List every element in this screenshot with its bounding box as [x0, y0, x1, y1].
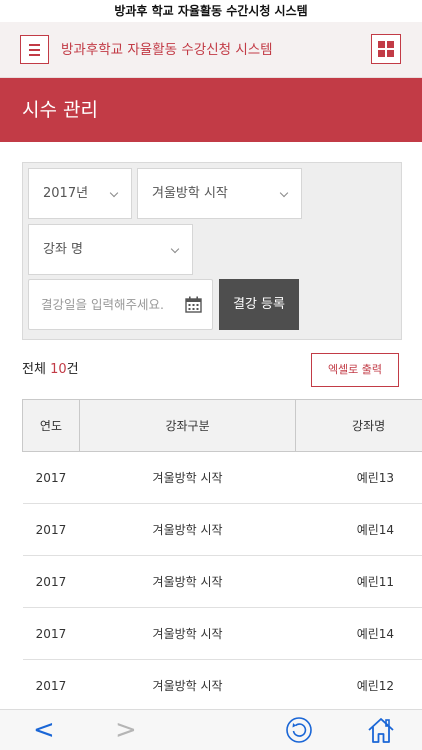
year-select[interactable]: 2017년: [28, 168, 132, 219]
total-count-label: 전체 10건: [22, 360, 79, 380]
cell-type: 겨울방학 시작: [79, 503, 296, 556]
absence-date-placeholder: 결강일을 입력해주세요.: [41, 297, 164, 312]
refresh-icon[interactable]: [285, 716, 313, 744]
cell-year: 2017: [22, 555, 80, 608]
page-banner: 시수 관리: [0, 78, 422, 142]
table-row[interactable]: 2017 겨울방학 시작 예린11: [22, 555, 422, 608]
cell-year: 2017: [22, 607, 80, 660]
cell-name: 예린13: [295, 451, 422, 504]
window-title: 방과후 학교 자율활동 수간시청 시스템: [0, 0, 422, 22]
course-table: 연도 강좌구분 강좌명 2017 겨울방학 시작 예린13 2017 겨울방학 …: [22, 399, 422, 709]
absence-date-input[interactable]: 결강일을 입력해주세요.: [28, 279, 213, 330]
chevron-down-icon: [279, 188, 289, 198]
chevron-down-icon: [109, 188, 119, 198]
cell-type: 겨울방학 시작: [79, 607, 296, 660]
column-header-type[interactable]: 강좌구분: [79, 399, 297, 452]
table-row[interactable]: 2017 겨울방학 시작 예린12: [22, 659, 422, 709]
cell-year: 2017: [22, 451, 80, 504]
cell-year: 2017: [22, 503, 80, 556]
cell-type: 겨울방학 시작: [79, 659, 296, 709]
cell-type: 겨울방학 시작: [79, 451, 296, 504]
table-row[interactable]: 2017 겨울방학 시작 예린13: [22, 451, 422, 504]
cell-type: 겨울방학 시작: [79, 555, 296, 608]
browser-nav-bar: < >: [0, 709, 422, 750]
chevron-down-icon: [170, 244, 180, 254]
course-name-select-value: 강좌 명: [43, 242, 84, 257]
total-suffix: 건: [66, 362, 79, 377]
table-header-row: 연도 강좌구분 강좌명: [22, 399, 422, 452]
total-prefix: 전체: [22, 362, 51, 377]
page-title: 시수 관리: [22, 99, 98, 121]
export-excel-button[interactable]: 엑셀로 출력: [311, 353, 399, 387]
app-header: 방과후학교 자율활동 수강신청 시스템: [0, 22, 422, 78]
cell-name: 예린11: [295, 555, 422, 608]
cell-name: 예린12: [295, 659, 422, 709]
total-count: 10: [50, 362, 67, 377]
filter-panel: 2017년 겨울방학 시작 강좌 명 결강일을 입력해주세요. 결강 등록: [22, 162, 402, 340]
grid-icon[interactable]: [371, 34, 401, 64]
hamburger-icon[interactable]: [20, 35, 49, 64]
home-icon[interactable]: [366, 715, 396, 745]
forward-arrow-icon[interactable]: >: [115, 716, 137, 744]
course-type-select-value: 겨울방학 시작: [152, 186, 228, 201]
calendar-icon[interactable]: [185, 296, 202, 313]
cell-name: 예린14: [295, 607, 422, 660]
course-name-select[interactable]: 강좌 명: [28, 224, 193, 275]
app-title: 방과후학교 자율활동 수강신청 시스템: [61, 42, 273, 58]
back-arrow-icon[interactable]: <: [33, 716, 55, 744]
year-select-value: 2017년: [43, 186, 89, 201]
cell-year: 2017: [22, 659, 80, 709]
table-row[interactable]: 2017 겨울방학 시작 예린14: [22, 503, 422, 556]
register-absence-button[interactable]: 결강 등록: [219, 279, 299, 330]
course-type-select[interactable]: 겨울방학 시작: [137, 168, 302, 219]
column-header-year[interactable]: 연도: [22, 399, 80, 452]
table-row[interactable]: 2017 겨울방학 시작 예린14: [22, 607, 422, 660]
cell-name: 예린14: [295, 503, 422, 556]
column-header-name[interactable]: 강좌명: [295, 399, 422, 452]
